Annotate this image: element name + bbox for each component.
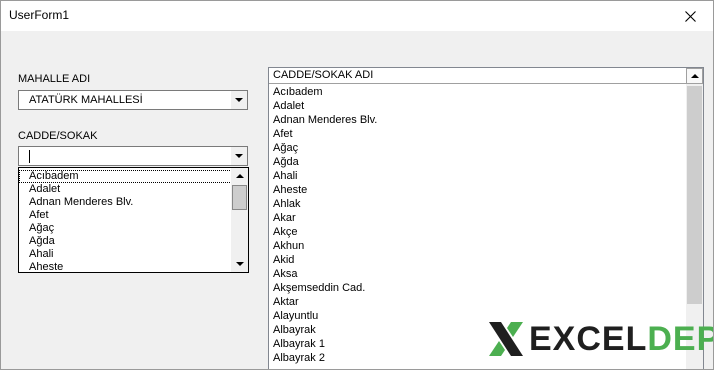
scroll-up-button[interactable]: [686, 68, 703, 84]
list-item[interactable]: Aktar: [269, 295, 687, 309]
mahalle-dropdown-button[interactable]: [230, 91, 247, 109]
scroll-up-button[interactable]: [231, 168, 248, 184]
list-item[interactable]: Adnan Menderes Blv.: [269, 113, 687, 127]
dropdown-item[interactable]: Afet: [19, 209, 232, 222]
dropdown-item[interactable]: Adalet: [19, 183, 232, 196]
list-item[interactable]: Aheste: [269, 183, 687, 197]
list-item[interactable]: Ağda: [269, 155, 687, 169]
dropdown-scrollbar[interactable]: [231, 168, 248, 272]
list-item[interactable]: Akid: [269, 253, 687, 267]
window-title: UserForm1: [9, 8, 70, 22]
dropdown-item[interactable]: Ağda: [19, 235, 232, 248]
chevron-down-icon: [235, 262, 244, 266]
listbox-header-label: CADDE/SOKAK ADI: [273, 69, 374, 81]
x-logo-icon: [489, 322, 523, 356]
dropdown-item[interactable]: Adnan Menderes Blv.: [19, 196, 232, 209]
mahalle-combobox[interactable]: ATATÜRK MAHALLESİ: [18, 90, 248, 110]
cadde-combobox[interactable]: [18, 146, 248, 166]
scroll-down-button[interactable]: [231, 256, 248, 272]
cadde-dropdown-list[interactable]: Acıbadem Adalet Adnan Menderes Blv. Afet Ağa…: [18, 167, 249, 273]
list-item[interactable]: Ahlak: [269, 197, 687, 211]
list-item[interactable]: Akhun: [269, 239, 687, 253]
dropdown-item[interactable]: Ahali: [19, 248, 232, 261]
list-item[interactable]: Akar: [269, 211, 687, 225]
mahalle-label: MAHALLE ADI: [18, 73, 91, 85]
excel-depo-logo: EXCELDEPO: [487, 319, 713, 359]
listbox-header: CADDE/SOKAK ADI: [269, 68, 687, 84]
list-item[interactable]: Aksa: [269, 267, 687, 281]
title-bar: UserForm1: [1, 1, 713, 31]
list-item[interactable]: Acıbadem: [269, 85, 687, 99]
list-item[interactable]: Akçe: [269, 225, 687, 239]
chevron-up-icon: [235, 174, 244, 178]
chevron-up-icon: [690, 74, 699, 78]
chevron-down-icon: [235, 154, 243, 158]
dropdown-item[interactable]: Aheste: [19, 261, 232, 272]
list-item[interactable]: Akşemseddin Cad.: [269, 281, 687, 295]
logo-text-excel: EXCEL: [529, 319, 648, 358]
mahalle-value: ATATÜRK MAHALLESİ: [29, 94, 143, 106]
dropdown-item[interactable]: Ağaç: [19, 222, 232, 235]
dropdown-item[interactable]: Acıbadem: [19, 170, 232, 183]
logo-text-depo: DEPO: [647, 319, 713, 358]
list-item[interactable]: Afet: [269, 127, 687, 141]
text-caret: [29, 150, 30, 163]
scroll-thumb[interactable]: [687, 86, 702, 304]
close-icon: [684, 10, 696, 22]
scroll-thumb[interactable]: [232, 185, 247, 210]
list-item[interactable]: Ağaç: [269, 141, 687, 155]
cadde-label: CADDE/SOKAK: [18, 130, 98, 142]
dropdown-items: Acıbadem Adalet Adnan Menderes Blv. Afet Ağa…: [19, 170, 232, 272]
userform-window: UserForm1 MAHALLE ADI ATATÜRK MAHALLESİ …: [0, 0, 714, 370]
list-item[interactable]: Ahali: [269, 169, 687, 183]
list-item[interactable]: Adalet: [269, 99, 687, 113]
close-button[interactable]: [667, 1, 713, 31]
chevron-down-icon: [235, 98, 243, 102]
cadde-dropdown-button[interactable]: [230, 147, 247, 165]
